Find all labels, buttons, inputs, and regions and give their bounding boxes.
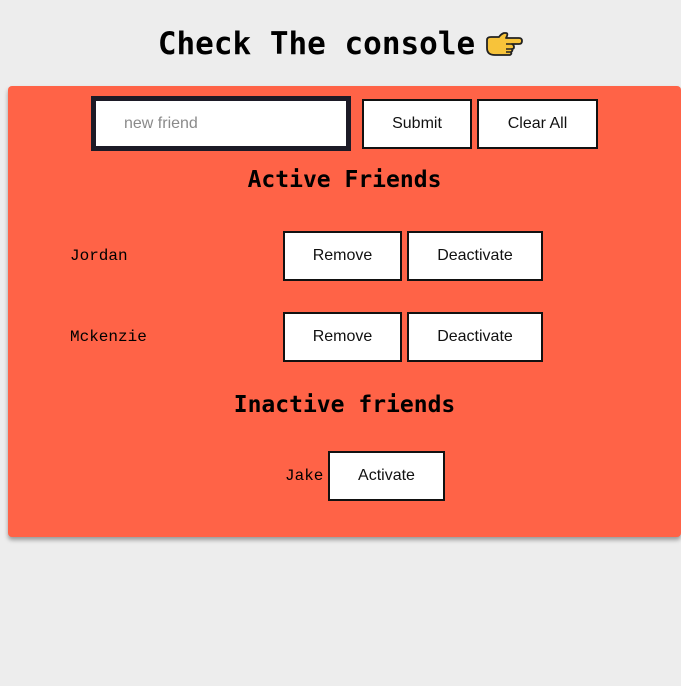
friend-name: Jordan — [70, 247, 128, 265]
pointing-right-hand-icon — [485, 30, 524, 66]
inactive-friends-heading: Inactive friends — [233, 392, 456, 418]
page-title: Check The console — [0, 26, 681, 66]
deactivate-button[interactable]: Deactivate — [407, 312, 543, 362]
friend-name: Jake — [285, 467, 324, 485]
friends-card: Submit Clear All Active Friends Jordan R… — [8, 86, 681, 537]
remove-button[interactable]: Remove — [283, 231, 402, 281]
new-friend-input[interactable] — [91, 96, 351, 151]
page-title-text: Check The console — [157, 26, 476, 62]
clear-all-button[interactable]: Clear All — [477, 99, 598, 149]
activate-button[interactable]: Activate — [328, 451, 445, 501]
active-friends-heading: Active Friends — [247, 167, 442, 193]
friend-name: Mckenzie — [70, 328, 147, 346]
remove-button[interactable]: Remove — [283, 312, 402, 362]
deactivate-button[interactable]: Deactivate — [407, 231, 543, 281]
submit-button[interactable]: Submit — [362, 99, 472, 149]
